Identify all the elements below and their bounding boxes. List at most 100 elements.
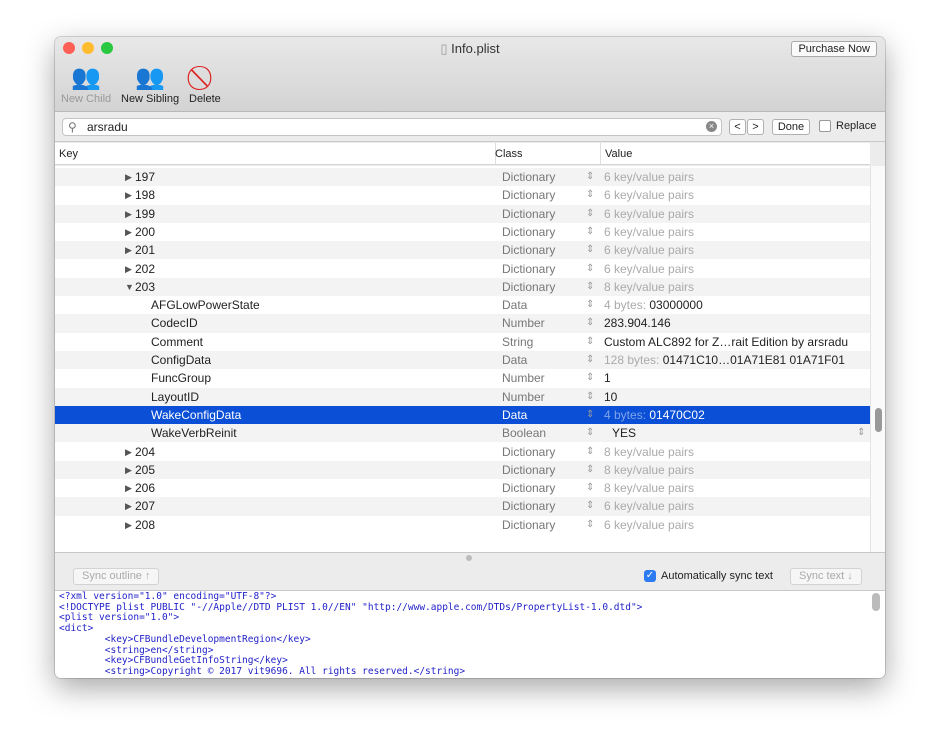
row-value[interactable]: 283.904.146 <box>604 314 671 332</box>
row-class[interactable]: Dictionary <box>502 223 555 241</box>
row-value[interactable]: 128 bytes: 01471C10…01A71E81 01A71F01 <box>604 351 845 369</box>
row-value[interactable]: 6 key/value pairs <box>604 260 694 278</box>
row-class[interactable]: Dictionary <box>502 443 555 461</box>
row-class[interactable]: Boolean <box>502 424 546 442</box>
row-class[interactable]: Dictionary <box>502 278 555 296</box>
row-value[interactable]: 6 key/value pairs <box>604 168 694 186</box>
row-class[interactable]: Dictionary <box>502 260 555 278</box>
table-row[interactable]: ▶ 202 Dictionary ⇕ 6 key/value pairs <box>55 260 870 278</box>
disclosure-triangle-icon[interactable]: ▶ <box>125 516 132 534</box>
disclosure-triangle-icon[interactable]: ▶ <box>125 168 132 186</box>
class-column-header[interactable]: Class <box>495 148 523 160</box>
class-stepper-icon[interactable]: ⇕ <box>586 205 594 223</box>
row-class[interactable]: Data <box>502 296 527 314</box>
table-row[interactable]: WakeVerbReinit Boolean ⇕ YES ⇕ <box>55 424 870 443</box>
key-column-header[interactable]: Key <box>59 148 78 160</box>
row-class[interactable]: String <box>502 333 533 351</box>
row-class[interactable]: Dictionary <box>502 186 555 204</box>
row-value[interactable]: 8 key/value pairs <box>604 278 694 296</box>
class-stepper-icon[interactable]: ⇕ <box>586 461 594 479</box>
find-previous-button[interactable]: < <box>729 119 746 135</box>
disclosure-triangle-icon[interactable]: ▶ <box>125 186 132 204</box>
row-value[interactable]: 6 key/value pairs <box>604 241 694 259</box>
class-stepper-icon[interactable]: ⇕ <box>586 223 594 241</box>
row-class[interactable]: Number <box>502 314 545 332</box>
class-stepper-icon[interactable]: ⇕ <box>586 186 594 204</box>
row-value[interactable]: 1 <box>604 369 611 387</box>
divider-handle-icon[interactable] <box>466 555 472 561</box>
class-stepper-icon[interactable]: ⇕ <box>586 314 594 332</box>
row-class[interactable]: Data <box>502 351 527 369</box>
table-row[interactable]: ▶ 199 Dictionary ⇕ 6 key/value pairs <box>55 204 870 223</box>
popup-arrows-icon[interactable]: ⇕ <box>857 424 865 442</box>
new-sibling-button[interactable]: 👥 New Sibling <box>121 63 179 105</box>
row-value[interactable]: 6 key/value pairs <box>604 516 694 534</box>
row-class[interactable]: Dictionary <box>502 205 555 223</box>
table-row[interactable]: Comment String ⇕ Custom ALC892 for Z…rait E… <box>55 333 870 351</box>
xml-text-editor[interactable]: <?xml version="1.0" encoding="UTF-8"?> <!… <box>55 590 885 678</box>
row-class[interactable]: Dictionary <box>502 497 555 515</box>
search-input[interactable]: ⚲ arsradu × <box>62 118 722 136</box>
row-class[interactable]: Number <box>502 369 545 387</box>
class-stepper-icon[interactable]: ⇕ <box>586 296 594 314</box>
split-divider[interactable] <box>55 552 885 562</box>
sync-outline-button[interactable]: Sync outline ↑ <box>73 568 160 585</box>
row-value[interactable]: 6 key/value pairs <box>604 186 694 204</box>
delete-button[interactable]: ⃠Delete <box>189 63 221 105</box>
class-stepper-icon[interactable]: ⇕ <box>586 443 594 461</box>
disclosure-triangle-icon[interactable]: ▶ <box>125 223 132 241</box>
table-row[interactable]: LayoutID Number ⇕ 10 <box>55 387 870 406</box>
table-row[interactable]: ▶ 207 Dictionary ⇕ 6 key/value pairs <box>55 497 870 516</box>
table-row[interactable]: ▶ 206 Dictionary ⇕ 8 key/value pairs <box>55 479 870 497</box>
class-stepper-icon[interactable]: ⇕ <box>586 351 594 369</box>
disclosure-triangle-icon[interactable]: ▶ <box>125 260 132 278</box>
row-class[interactable]: Dictionary <box>502 241 555 259</box>
table-row[interactable]: ▶ 200 Dictionary ⇕ 6 key/value pairs <box>55 223 870 241</box>
clear-search-icon[interactable]: × <box>706 121 717 132</box>
row-value[interactable]: 6 key/value pairs <box>604 497 694 515</box>
row-class[interactable]: Dictionary <box>502 516 555 534</box>
row-value[interactable]: 10 <box>604 388 617 406</box>
class-stepper-icon[interactable]: ⇕ <box>586 241 594 259</box>
class-stepper-icon[interactable]: ⇕ <box>586 516 594 534</box>
row-class[interactable]: Dictionary <box>502 168 555 186</box>
row-class[interactable]: Data <box>502 406 527 424</box>
sync-text-button[interactable]: Sync text ↓ <box>790 568 862 585</box>
row-value[interactable]: 8 key/value pairs <box>604 443 694 461</box>
row-value[interactable]: 4 bytes: 03000000 <box>604 296 703 314</box>
class-stepper-icon[interactable]: ⇕ <box>586 388 594 406</box>
table-row[interactable]: CodecID Number ⇕ 283.904.146 <box>55 314 870 333</box>
table-row[interactable]: ▶ 205 Dictionary ⇕ 8 key/value pairs <box>55 460 870 480</box>
auto-sync-checkbox[interactable]: ✓ <box>644 570 656 582</box>
value-column-header[interactable]: Value <box>605 148 632 160</box>
vertical-scrollbar[interactable] <box>870 166 885 552</box>
disclosure-triangle-icon[interactable]: ▶ <box>125 497 132 515</box>
table-row[interactable]: ▶ 198 Dictionary ⇕ 6 key/value pairs <box>55 186 870 204</box>
table-row[interactable]: ▶ 197 Dictionary ⇕ 6 key/value pairs <box>55 168 870 187</box>
row-class[interactable]: Number <box>502 388 545 406</box>
table-row[interactable]: ConfigData Data ⇕ 128 bytes: 01471C10…01A71… <box>55 351 870 370</box>
new-child-button[interactable]: 👥 New Child <box>61 63 111 105</box>
row-value[interactable]: 4 bytes: 01470C02 <box>604 406 705 424</box>
find-next-button[interactable]: > <box>747 119 764 135</box>
class-stepper-icon[interactable]: ⇕ <box>586 333 594 351</box>
text-scrollbar-thumb[interactable] <box>872 593 880 611</box>
table-row[interactable]: ▶ 201 Dictionary ⇕ 6 key/value pairs <box>55 241 870 260</box>
table-row[interactable]: ▼ 203 Dictionary ⇕ 8 key/value pairs <box>55 277 870 297</box>
done-button[interactable]: Done <box>772 119 810 135</box>
class-stepper-icon[interactable]: ⇕ <box>586 369 594 387</box>
row-value[interactable]: Custom ALC892 for Z…rait Edition by arsr… <box>604 333 848 351</box>
row-class[interactable]: Dictionary <box>502 461 555 479</box>
disclosure-triangle-icon[interactable]: ▶ <box>125 479 132 497</box>
table-row[interactable]: ▶ 208 Dictionary ⇕ 6 key/value pairs <box>55 516 870 534</box>
table-row[interactable]: WakeConfigData Data ⇕ 4 bytes: 01470C02 <box>55 405 870 425</box>
row-class[interactable]: Dictionary <box>502 479 555 497</box>
disclosure-triangle-icon[interactable]: ▶ <box>125 461 132 479</box>
replace-checkbox[interactable] <box>819 120 831 132</box>
table-row[interactable]: FuncGroup Number ⇕ 1 <box>55 369 870 387</box>
class-stepper-icon[interactable]: ⇕ <box>586 278 594 296</box>
scrollbar-thumb[interactable] <box>875 408 882 432</box>
row-value[interactable]: 6 key/value pairs <box>604 205 694 223</box>
class-stepper-icon[interactable]: ⇕ <box>586 406 594 424</box>
class-stepper-icon[interactable]: ⇕ <box>586 479 594 497</box>
